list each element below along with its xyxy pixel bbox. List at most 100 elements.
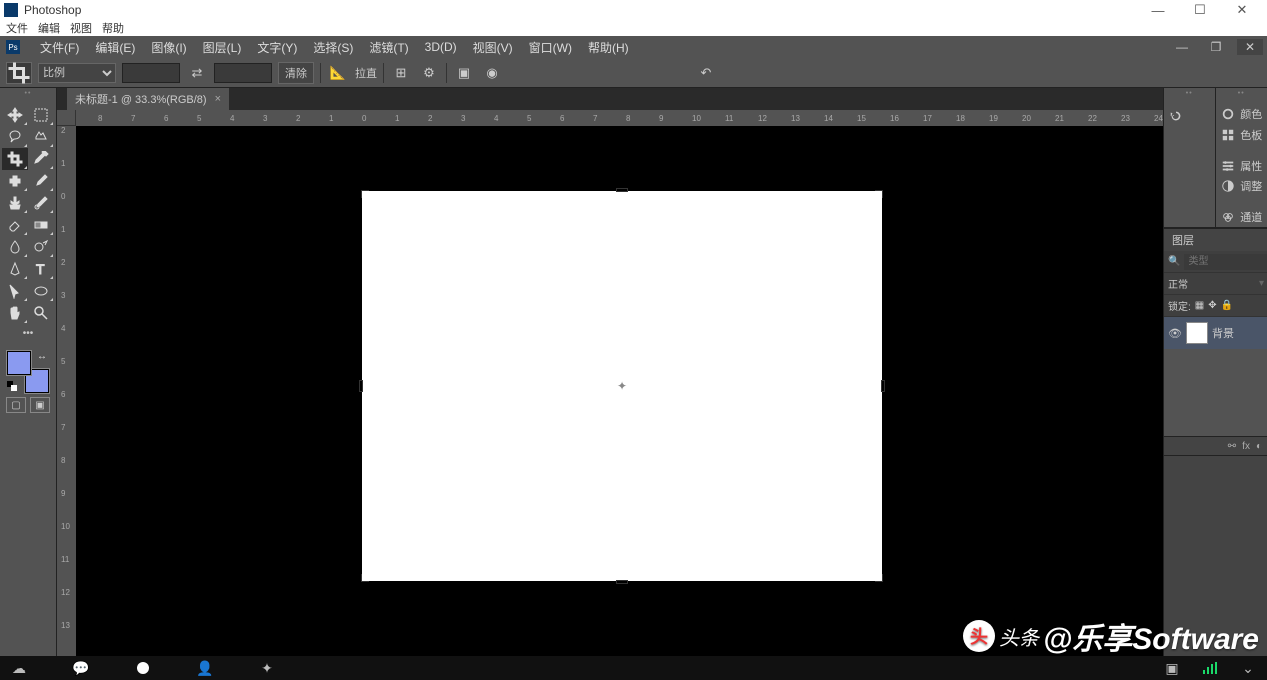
standard-mode-icon[interactable]: ▢	[6, 397, 26, 413]
eyedropper-tool[interactable]	[28, 148, 54, 170]
clear-button[interactable]: 清除	[278, 62, 314, 84]
crop-tool-indicator-icon[interactable]	[6, 62, 32, 84]
close-button[interactable]: ✕	[1221, 0, 1263, 20]
marquee-tool[interactable]	[28, 104, 54, 126]
workspace-close-button[interactable]: ✕	[1237, 39, 1263, 55]
crop-height-input[interactable]	[214, 63, 272, 83]
person-icon[interactable]: 👤	[194, 657, 216, 679]
layer-thumbnail[interactable]	[1186, 322, 1208, 344]
crop-handle-mid-left[interactable]	[359, 380, 363, 392]
crop-handle-bottom-right[interactable]	[875, 574, 883, 582]
quickmask-mode-icon[interactable]: ▣	[30, 397, 50, 413]
gradient-tool[interactable]	[28, 214, 54, 236]
lock-all-icon[interactable]: 🔒	[1221, 300, 1233, 311]
menu-file[interactable]: 文件(F)	[40, 39, 79, 56]
menu-type[interactable]: 文字(Y)	[257, 39, 297, 56]
menu-edit[interactable]: 编辑(E)	[95, 39, 135, 56]
menu-image[interactable]: 图像(I)	[151, 39, 186, 56]
crop-handle-top-right[interactable]	[875, 190, 883, 198]
panel-swatches[interactable]: 色板	[1217, 125, 1265, 146]
reset-icon[interactable]: ↶	[695, 62, 717, 84]
menu-layer[interactable]: 图层(L)	[203, 39, 242, 56]
canvas[interactable]: ✦	[362, 191, 882, 581]
menu-filter[interactable]: 滤镜(T)	[369, 39, 408, 56]
content-aware-icon[interactable]: ◉	[481, 62, 503, 84]
straighten-icon[interactable]: 📐	[327, 62, 349, 84]
overlay-grid-icon[interactable]: ⊞	[390, 62, 412, 84]
document-tab[interactable]: 未标题-1 @ 33.3%(RGB/8) ×	[67, 88, 229, 110]
foreground-color[interactable]	[7, 351, 31, 375]
chevron-down-icon[interactable]: ⌄	[1237, 657, 1259, 679]
delete-cropped-icon[interactable]: ▣	[453, 62, 475, 84]
drag-handle-icon[interactable]: ••	[0, 90, 56, 98]
lock-position-icon[interactable]: ✥	[1208, 300, 1216, 311]
clone-stamp-tool[interactable]	[2, 192, 28, 214]
record-icon[interactable]	[132, 657, 154, 679]
crop-settings-icon[interactable]: ⚙	[418, 62, 440, 84]
menu-3d[interactable]: 3D(D)	[425, 40, 457, 54]
os-menu-edit[interactable]: 编辑	[38, 20, 60, 36]
lock-pixels-icon[interactable]: ▦	[1195, 300, 1204, 311]
os-menu-view[interactable]: 视图	[70, 20, 92, 36]
fx-icon[interactable]: fx	[1242, 441, 1250, 452]
canvas-viewport[interactable]: ✦	[76, 126, 1163, 656]
type-tool[interactable]: T	[28, 258, 54, 280]
mask-icon[interactable]: ◐	[1256, 441, 1262, 452]
menu-window[interactable]: 窗口(W)	[529, 39, 572, 56]
link-layers-icon[interactable]: ⚯	[1228, 441, 1236, 452]
swap-colors-icon[interactable]: ↔	[37, 351, 47, 362]
layers-tab[interactable]: 图层	[1172, 232, 1194, 248]
healing-tool[interactable]	[2, 170, 28, 192]
shape-tool[interactable]	[28, 280, 54, 302]
blend-mode-select[interactable]: 正常	[1168, 276, 1255, 291]
eraser-tool[interactable]	[2, 214, 28, 236]
quick-select-tool[interactable]	[28, 126, 54, 148]
panel-channels[interactable]: 通道	[1217, 207, 1265, 228]
workspace-minimize-button[interactable]: —	[1169, 39, 1195, 55]
panel-adjustments[interactable]: 调整	[1217, 176, 1265, 197]
menu-help[interactable]: 帮助(H)	[588, 39, 629, 56]
screen-icon[interactable]: ▣	[1161, 657, 1183, 679]
visibility-icon[interactable]: 👁	[1168, 327, 1182, 340]
crop-handle-bottom-left[interactable]	[361, 574, 369, 582]
layer-filter-input[interactable]	[1184, 254, 1267, 270]
ruler-horizontal[interactable]: 8765432101234567891011121314151617181920…	[76, 110, 1163, 126]
chat-icon[interactable]: 💬	[70, 657, 92, 679]
minimize-button[interactable]: —	[1137, 0, 1179, 20]
maximize-button[interactable]: ☐	[1179, 0, 1221, 20]
os-menu-help[interactable]: 帮助	[102, 20, 124, 36]
zoom-tool[interactable]	[28, 302, 54, 324]
crop-handle-top-left[interactable]	[361, 190, 369, 198]
panel-history-icon[interactable]	[1165, 104, 1213, 128]
panel-color[interactable]: 颜色	[1217, 104, 1265, 125]
target-icon[interactable]: ✦	[256, 657, 278, 679]
move-tool[interactable]	[2, 104, 28, 126]
menu-select[interactable]: 选择(S)	[313, 39, 353, 56]
hand-tool[interactable]	[2, 302, 28, 324]
crop-handle-mid-right[interactable]	[881, 380, 885, 392]
dodge-tool[interactable]	[28, 236, 54, 258]
brush-tool[interactable]	[28, 170, 54, 192]
cloud-icon[interactable]: ☁	[8, 657, 30, 679]
crop-width-input[interactable]	[122, 63, 180, 83]
ratio-select[interactable]: 比例	[38, 63, 116, 83]
crop-tool[interactable]	[2, 148, 28, 170]
lasso-tool[interactable]	[2, 126, 28, 148]
color-swatches[interactable]: ↔	[7, 351, 49, 393]
swap-dimensions-icon[interactable]: ⇄	[186, 62, 208, 84]
layer-item[interactable]: 👁 背景	[1164, 317, 1267, 349]
history-brush-tool[interactable]	[28, 192, 54, 214]
ruler-vertical[interactable]: 21012345678910111213	[57, 126, 76, 656]
workspace-restore-button[interactable]: ❐	[1203, 39, 1229, 55]
pen-tool[interactable]	[2, 258, 28, 280]
crop-handle-bottom-mid[interactable]	[616, 580, 628, 584]
path-select-tool[interactable]	[2, 280, 28, 302]
crop-marquee[interactable]: ✦	[361, 190, 883, 582]
blur-tool[interactable]	[2, 236, 28, 258]
crop-handle-top-mid[interactable]	[616, 188, 628, 192]
default-colors-icon[interactable]	[7, 381, 17, 391]
toolbox-more-icon[interactable]: •••	[23, 328, 34, 339]
os-menu-file[interactable]: 文件	[6, 20, 28, 36]
panel-properties[interactable]: 属性	[1217, 155, 1265, 176]
menu-view[interactable]: 视图(V)	[473, 39, 513, 56]
